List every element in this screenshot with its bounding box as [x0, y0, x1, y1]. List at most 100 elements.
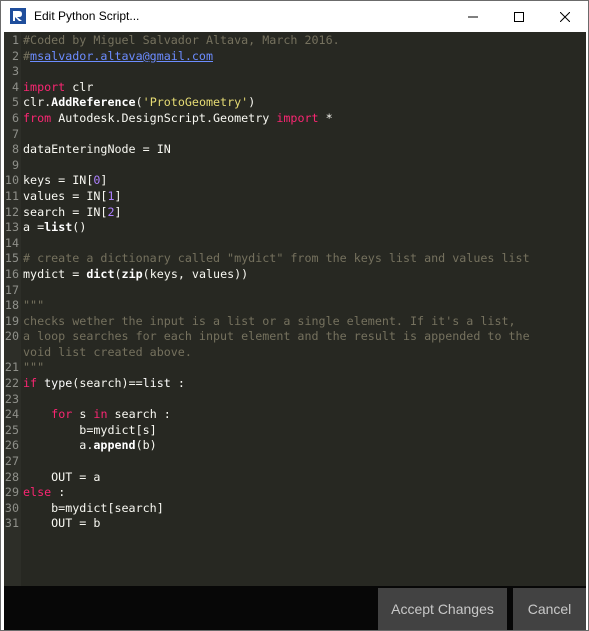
code-line[interactable]: 18 """ — [4, 298, 586, 314]
code-line[interactable]: 16 mydict = dict(zip(keys, values)) — [4, 267, 586, 283]
line-text: b=mydict[s] — [21, 423, 156, 439]
code-line[interactable]: 19 checks wether the input is a list or a… — [4, 314, 586, 330]
code-token: ( — [135, 95, 143, 110]
cancel-button[interactable]: Cancel — [513, 588, 586, 630]
code-line[interactable]: 10 keys = IN[0] — [4, 173, 586, 189]
code-token: in — [93, 407, 108, 422]
line-text: dataEnteringNode = IN — [21, 142, 171, 158]
code-token: type — [44, 376, 73, 391]
line-number: 26 — [4, 438, 19, 453]
close-button[interactable] — [542, 1, 588, 32]
line-number: 6 — [11, 110, 19, 125]
line-text: search = IN[2] — [21, 205, 122, 221]
code-line[interactable]: void list created above. — [4, 345, 586, 361]
line-number: 2 — [11, 48, 19, 63]
maximize-button[interactable] — [496, 1, 542, 32]
line-number: 20 — [4, 329, 19, 344]
line-number: 25 — [4, 422, 19, 437]
code-line[interactable]: 31 OUT = b — [4, 516, 586, 532]
code-area[interactable]: 1 #Coded by Miguel Salvador Altava, March… — [4, 32, 586, 532]
line-text: OUT = b — [21, 516, 100, 532]
code-line[interactable]: 23 — [4, 392, 586, 408]
code-line[interactable]: 8 dataEnteringNode = IN — [4, 142, 586, 158]
line-number: 12 — [4, 204, 19, 219]
line-number: 14 — [4, 235, 19, 250]
window-title: Edit Python Script... — [34, 9, 140, 23]
line-number — [4, 345, 21, 361]
line-number: 15 — [4, 251, 19, 266]
code-token: 2 — [107, 204, 115, 219]
line-number: 3 — [11, 64, 19, 79]
code-token: OUT = b — [23, 516, 101, 531]
code-token: ( — [114, 266, 122, 281]
line-text: for s in search : — [21, 407, 171, 423]
code-line[interactable]: 2 #msalvador.altava@gmail.com — [4, 49, 586, 65]
code-line[interactable]: 17 — [4, 283, 586, 299]
code-line[interactable]: 25 b=mydict[s] — [4, 423, 586, 439]
accept-changes-button[interactable]: Accept Changes — [378, 588, 507, 630]
code-token: values = IN[ — [23, 188, 108, 203]
code-line[interactable]: 27 — [4, 454, 586, 470]
code-token: dataEnteringNode = IN — [23, 142, 171, 157]
code-token: clr. — [23, 95, 52, 110]
code-line[interactable]: 6 from Autodesk.DesignScript.Geometry imp… — [4, 111, 586, 127]
code-line[interactable]: 22 if type(search)==list : — [4, 376, 586, 392]
line-number: 4 — [11, 79, 19, 94]
line-number: 27 — [4, 454, 19, 469]
code-token: # — [23, 48, 31, 63]
line-number: 24 — [4, 407, 19, 422]
line-text — [21, 64, 23, 80]
code-line[interactable]: 7 — [4, 127, 586, 143]
code-line[interactable]: 9 — [4, 158, 586, 174]
line-number: 5 — [11, 95, 19, 110]
line-number: 31 — [4, 516, 19, 531]
title-bar[interactable]: Edit Python Script... — [1, 1, 588, 32]
line-number: 30 — [4, 500, 19, 515]
code-line[interactable]: 5 clr.AddReference('ProtoGeometry') — [4, 95, 586, 111]
code-line[interactable]: 29 else : — [4, 485, 586, 501]
code-token: # create a dictionary called "mydict" fr… — [23, 251, 530, 266]
code-line[interactable]: 28 OUT = a — [4, 470, 586, 486]
code-line[interactable]: 1 #Coded by Miguel Salvador Altava, March… — [4, 33, 586, 49]
code-token: if — [23, 376, 38, 391]
email-link[interactable]: msalvador.altava@gmail.com — [30, 49, 213, 63]
code-line[interactable]: 12 search = IN[2] — [4, 205, 586, 221]
line-text: if type(search)==list : — [21, 376, 185, 392]
line-text: #Coded by Miguel Salvador Altava, March … — [21, 33, 340, 49]
code-line[interactable]: 14 — [4, 236, 586, 252]
line-text: mydict = dict(zip(keys, values)) — [21, 267, 248, 283]
line-text: """ — [21, 360, 44, 376]
code-line[interactable]: 13 a =list() — [4, 220, 586, 236]
code-line[interactable]: 21 """ — [4, 360, 586, 376]
line-text: b=mydict[search] — [21, 501, 164, 517]
code-line[interactable]: 30 b=mydict[search] — [4, 501, 586, 517]
code-line[interactable]: 11 values = IN[1] — [4, 189, 586, 205]
line-number: 23 — [4, 391, 19, 406]
code-editor[interactable]: 1 #Coded by Miguel Salvador Altava, March… — [4, 32, 586, 586]
edit-python-script-window: Edit Python Script... 1 #Coded by Miguel … — [0, 0, 589, 631]
code-line[interactable]: 26 a.append(b) — [4, 438, 586, 454]
code-token: checks wether the input is a list or a s… — [23, 313, 516, 328]
code-line[interactable]: 24 for s in search : — [4, 407, 586, 423]
line-text: from Autodesk.DesignScript.Geometry impo… — [21, 111, 333, 127]
code-token: s — [72, 407, 94, 422]
code-line[interactable]: 3 — [4, 64, 586, 80]
code-line[interactable]: 15 # create a dictionary called "mydict" … — [4, 251, 586, 267]
code-line[interactable]: 20 a loop searches for each input element… — [4, 329, 586, 345]
code-token: """ — [23, 298, 45, 313]
code-token: else — [23, 485, 52, 500]
code-token: OUT = a — [23, 469, 101, 484]
line-number: 17 — [4, 282, 19, 297]
line-text: values = IN[1] — [21, 189, 122, 205]
line-text: a.append(b) — [21, 438, 156, 454]
code-token: ) — [248, 95, 256, 110]
line-text — [21, 127, 23, 143]
code-line[interactable]: 4 import clr — [4, 80, 586, 96]
code-token: """ — [23, 360, 45, 375]
close-icon — [560, 11, 570, 22]
minimize-button[interactable] — [450, 1, 496, 32]
line-number: 1 — [11, 33, 19, 47]
code-token: keys = IN[ — [23, 173, 94, 188]
minimize-icon — [468, 16, 478, 17]
line-number: 8 — [11, 142, 19, 157]
